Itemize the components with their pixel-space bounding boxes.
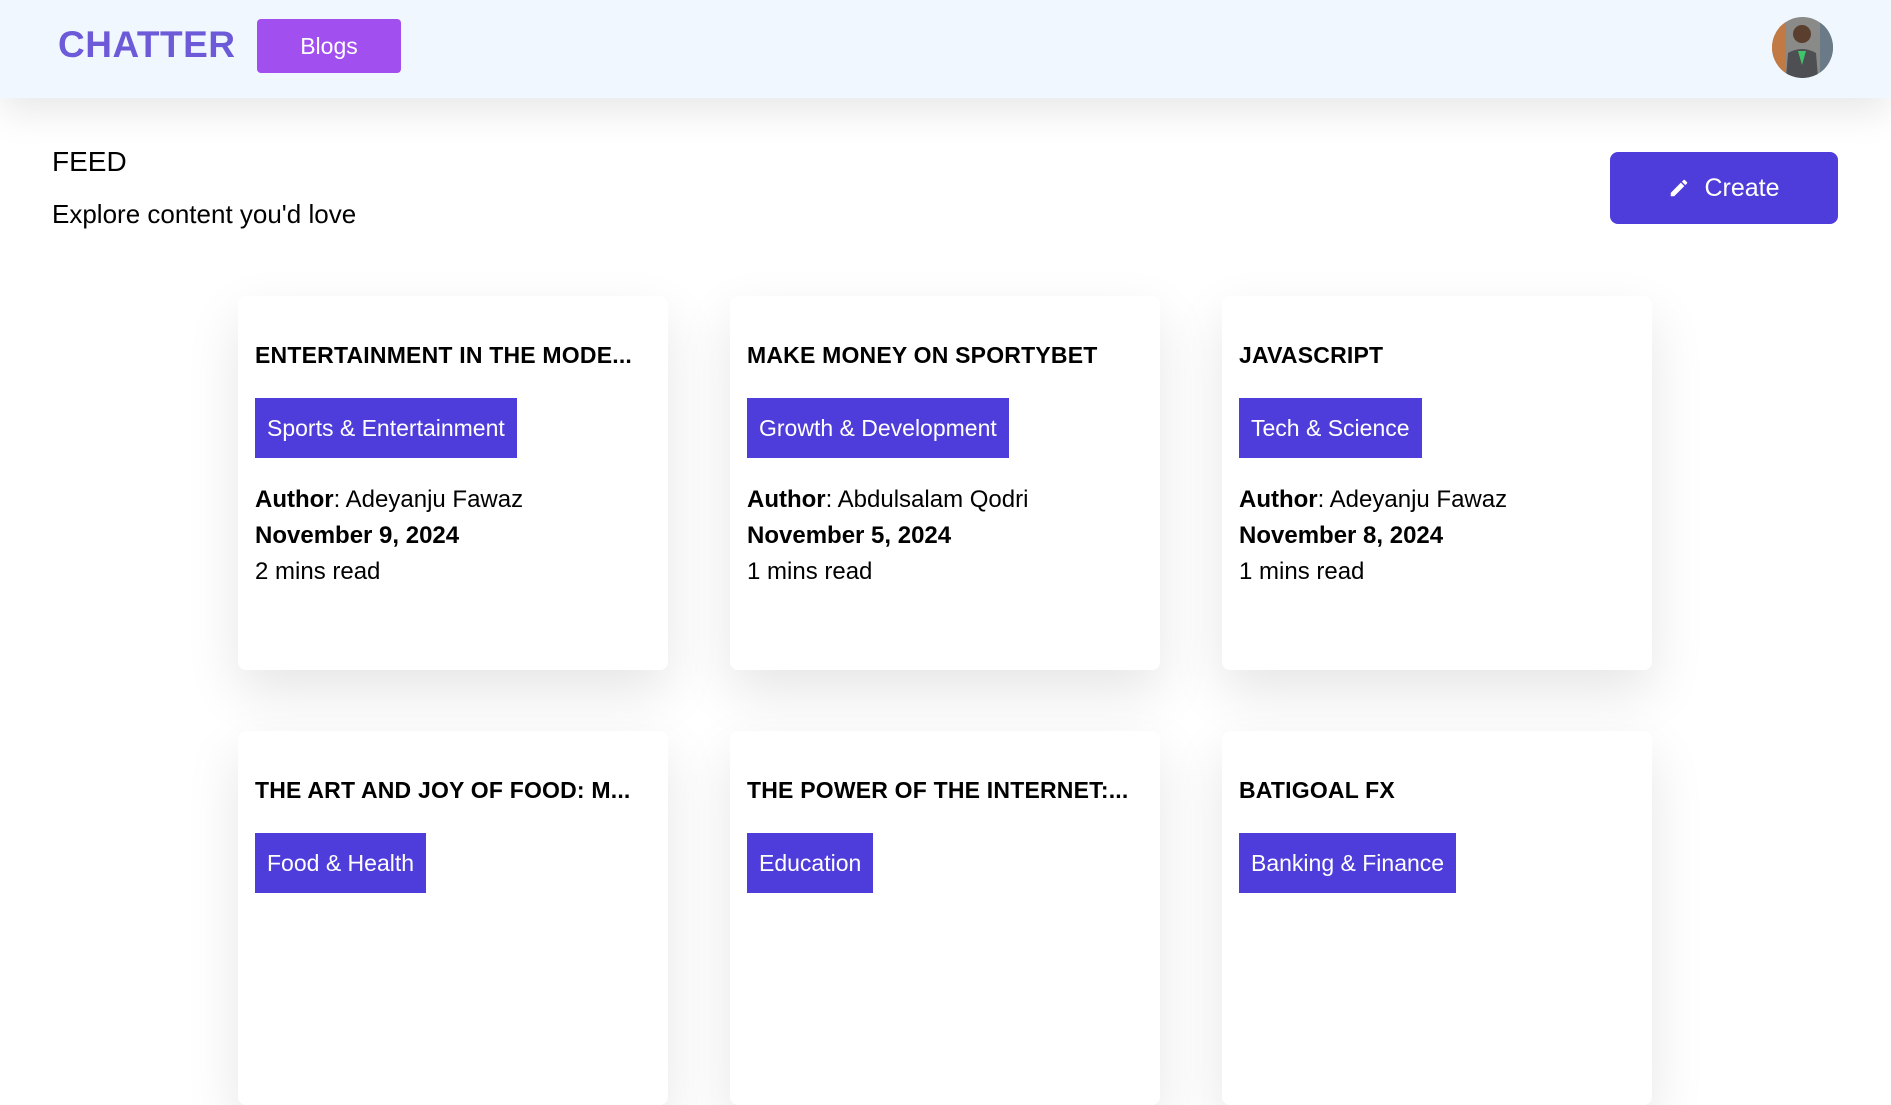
page-subtitle: Explore content you'd love xyxy=(52,199,357,229)
author-label: Author xyxy=(747,486,826,513)
post-author: Author: Adeyanju Fawaz xyxy=(1239,486,1507,514)
post-title[interactable]: MAKE MONEY ON SPORTYBET xyxy=(747,342,1147,369)
read-time: 1 mins read xyxy=(747,558,873,585)
post-date: November 9, 2024 xyxy=(255,522,460,549)
post-card[interactable]: THE POWER OF THE INTERNET:... Education xyxy=(730,731,1160,1105)
post-author: Author: Abdulsalam Qodri xyxy=(747,486,1028,514)
create-label: Create xyxy=(1704,173,1780,202)
create-button[interactable]: Create xyxy=(1610,152,1838,224)
post-title[interactable]: JAVASCRIPT xyxy=(1239,342,1639,369)
author-name: : Adeyanju Fawaz xyxy=(1317,486,1508,513)
blogs-button[interactable]: Blogs xyxy=(257,19,401,73)
top-navbar: CHATTER Blogs xyxy=(0,0,1891,98)
read-time: 1 mins read xyxy=(1239,558,1365,585)
post-card[interactable]: ENTERTAINMENT IN THE MODE... Sports & En… xyxy=(238,296,668,670)
author-name: : Adeyanju Fawaz xyxy=(333,486,524,513)
category-tag[interactable]: Sports & Entertainment xyxy=(255,398,517,458)
category-tag[interactable]: Education xyxy=(747,833,874,893)
category-tag[interactable]: Tech & Science xyxy=(1239,398,1422,458)
category-tag[interactable]: Growth & Development xyxy=(747,398,1009,458)
author-label: Author xyxy=(255,486,334,513)
brand-logo[interactable]: CHATTER xyxy=(58,24,236,66)
page-title: FEED xyxy=(52,146,127,177)
post-author: Author: Adeyanju Fawaz xyxy=(255,486,523,514)
post-title[interactable]: BATIGOAL FX xyxy=(1239,777,1639,804)
post-date: November 5, 2024 xyxy=(747,522,952,549)
read-time: 2 mins read xyxy=(255,558,381,585)
pencil-icon xyxy=(1671,179,1688,197)
author-name: : Abdulsalam Qodri xyxy=(825,486,1029,513)
post-date: November 8, 2024 xyxy=(1239,522,1444,549)
author-label: Author xyxy=(1239,486,1318,513)
category-tag[interactable]: Food & Health xyxy=(255,833,427,893)
user-avatar[interactable] xyxy=(1772,17,1833,78)
post-card[interactable]: BATIGOAL FX Banking & Finance xyxy=(1222,731,1652,1105)
avatar-icon xyxy=(1772,17,1833,78)
post-card[interactable]: THE ART AND JOY OF FOOD: M... Food & Hea… xyxy=(238,731,668,1105)
post-title[interactable]: THE ART AND JOY OF FOOD: M... xyxy=(255,777,655,804)
category-tag[interactable]: Banking & Finance xyxy=(1239,833,1457,893)
post-card[interactable]: JAVASCRIPT Tech & Science Author: Adeyan… xyxy=(1222,296,1652,670)
post-title[interactable]: THE POWER OF THE INTERNET:... xyxy=(747,777,1147,804)
post-title[interactable]: ENTERTAINMENT IN THE MODE... xyxy=(255,342,655,369)
post-card[interactable]: MAKE MONEY ON SPORTYBET Growth & Develop… xyxy=(730,296,1160,670)
